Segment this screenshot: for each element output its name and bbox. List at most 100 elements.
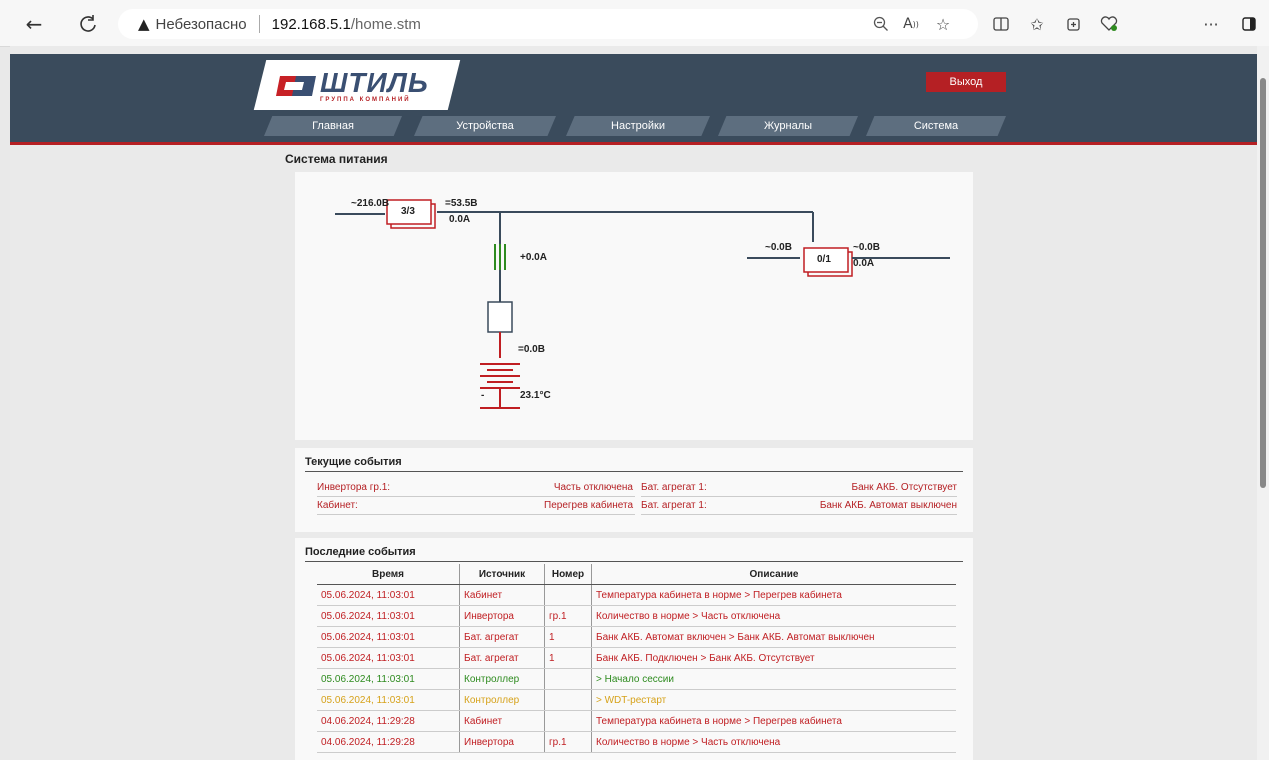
current-event-value: Перегрев кабинета [544,500,633,511]
last-events-panel: Последние события Время Источник Номер О… [295,538,973,760]
event-description: Количество в норме > Часть отключена [591,605,956,627]
event-description: Банк АКБ. Подключен > Банк АКБ. Отсутств… [591,647,956,669]
output-voltage-label: =53.5В [445,198,478,209]
star-icon[interactable]: ☆ [930,10,956,38]
current-event-value: Часть отключена [553,482,633,493]
nav-tab-journals[interactable]: Журналы [718,116,858,136]
header-divider [10,142,1257,145]
column-header-source[interactable]: Источник [459,564,545,585]
current-event-source: Бат. агрегат 1: [641,482,707,493]
event-description: > Начало сессии [591,668,956,690]
event-description: Температура кабинета в норме > Перегрев … [591,584,956,606]
event-time: 04.06.2024, 11:29:28 [317,731,460,753]
current-event-source: Кабинет: [317,500,358,511]
column-header-number[interactable]: Номер [544,564,592,585]
back-arrow-icon[interactable]: ← [20,10,48,38]
event-number [544,689,592,711]
insecure-label[interactable]: Небезопасно [156,16,247,33]
inverter-output-current-label: 0.0A [853,258,875,269]
event-number [544,584,592,606]
battery-current-label: +0.0A [520,252,547,263]
current-event-source: Инвертора гр.1: [317,482,391,493]
table-row: 04.06.2024, 11:29:28 Инвертора гр.1 Коли… [317,731,956,753]
table-row: 04.06.2024, 11:29:28 Кабинет Температура… [317,710,956,732]
logo-mark-icon [276,72,316,100]
current-event-value: Банк АКБ. Автомат выключен [819,500,957,511]
current-events-title: Текущие события [305,456,402,468]
events-table: Время Источник Номер Описание 05.06.2024… [317,564,956,753]
event-number: 1 [544,647,592,669]
divider [305,471,963,472]
rectifier-count[interactable]: 3/3 [401,206,415,217]
event-time: 05.06.2024, 11:03:01 [317,647,460,669]
refresh-icon[interactable] [74,10,102,38]
divider [258,15,260,33]
sidebar-icon[interactable] [1236,10,1262,38]
table-row: 05.06.2024, 11:03:01 Контроллер > Начало… [317,668,956,690]
column-header-time[interactable]: Время [317,564,460,585]
event-source: Инвертора [459,731,545,753]
power-diagram-lines [335,199,950,409]
battery-temperature-label: 23.1°С [520,390,551,401]
battery-minus-label: - [481,390,485,401]
scrollbar-thumb[interactable] [1260,78,1266,488]
logo[interactable]: ШТИЛЬ ГРУППА КОМПАНИЙ [276,64,446,108]
input-voltage-label: ~216.0В [351,198,390,209]
table-row: 05.06.2024, 11:03:01 Контроллер > WDT-ре… [317,689,956,711]
nav-tab-devices[interactable]: Устройства [414,116,556,136]
address-bar[interactable]: ▲ Небезопасно 192.168.5.1/home.stm [118,9,978,39]
event-time: 05.06.2024, 11:03:01 [317,605,460,627]
inverter-output-voltage-label: ~0.0В [853,242,880,253]
event-time: 05.06.2024, 11:03:01 [317,626,460,648]
web-page: ШТИЛЬ ГРУППА КОМПАНИЙ Выход Главная Устр… [10,46,1257,760]
event-source: Кабинет [459,584,545,606]
logout-button[interactable]: Выход [926,72,1006,92]
warning-icon: ▲ [138,15,150,33]
event-description: Количество в норме > Часть отключена [591,731,956,753]
favorites-icon[interactable]: ✩ [1024,10,1050,38]
nav-tab-settings[interactable]: Настройки [566,116,710,136]
divider [317,496,635,497]
event-source: Инвертора [459,605,545,627]
output-current-label: 0.0A [449,214,471,225]
table-row: 05.06.2024, 11:03:01 Бат. агрегат 1 Банк… [317,647,956,669]
nav-tab-system[interactable]: Система [866,116,1006,136]
inverter-input-voltage-label: ~0.0В [765,242,792,253]
event-description: Банк АКБ. Автомат включен > Банк АКБ. Ав… [591,626,956,648]
collections-icon[interactable] [1060,10,1086,38]
battery-voltage-label: =0.0В [518,344,545,355]
event-time: 05.06.2024, 11:03:01 [317,689,460,711]
event-source: Контроллер [459,689,545,711]
event-description: Температура кабинета в норме > Перегрев … [591,710,956,732]
browser-toolbar: ← ▲ Небезопасно 192.168.5.1/home.stm A))… [0,0,1269,47]
table-row: 05.06.2024, 11:03:01 Кабинет Температура… [317,584,956,606]
event-time: 05.06.2024, 11:03:01 [317,584,460,606]
event-number [544,710,592,732]
divider [641,496,957,497]
power-diagram: ~216.0В 3/3 =53.5В 0.0A +0.0A =0.0В - 23… [295,172,973,440]
nav-tab-home[interactable]: Главная [264,116,402,136]
url-text[interactable]: 192.168.5.1/home.stm [272,16,421,33]
event-number [544,668,592,690]
divider [305,561,963,562]
last-events-title: Последние события [305,546,416,558]
event-time: 05.06.2024, 11:03:01 [317,668,460,690]
event-source: Кабинет [459,710,545,732]
table-row: 05.06.2024, 11:03:01 Инвертора гр.1 Коли… [317,605,956,627]
divider [317,514,635,515]
zoom-out-icon[interactable] [868,10,894,38]
inverter-count[interactable]: 0/1 [817,254,831,265]
logo-subtitle: ГРУППА КОМПАНИЙ [320,97,411,103]
column-header-description[interactable]: Описание [591,564,956,585]
event-source: Бат. агрегат [459,626,545,648]
table-row: 05.06.2024, 11:03:01 Бат. агрегат 1 Банк… [317,626,956,648]
split-screen-icon[interactable] [988,10,1014,38]
current-event-value: Банк АКБ. Отсутствует [851,482,958,493]
event-number: 1 [544,626,592,648]
more-icon[interactable]: ··· [1198,10,1224,38]
event-source: Контроллер [459,668,545,690]
read-aloud-icon[interactable]: A)) [898,10,924,38]
divider [641,514,957,515]
event-number: гр.1 [544,605,592,627]
browser-essentials-icon[interactable] [1096,10,1122,38]
